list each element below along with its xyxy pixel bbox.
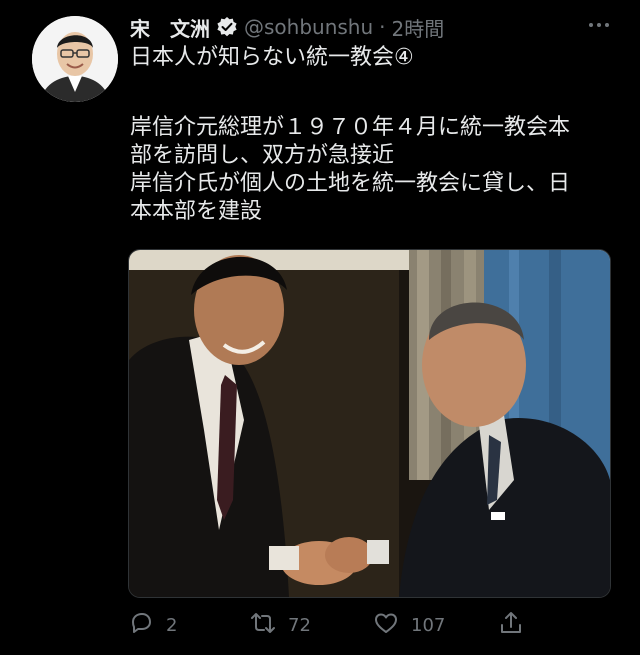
reply-button[interactable]: 2 <box>128 610 177 640</box>
like-count: 107 <box>411 614 446 636</box>
reply-icon <box>128 610 154 641</box>
avatar[interactable] <box>32 16 118 102</box>
like-button[interactable]: 107 <box>373 610 445 640</box>
tweet-timestamp[interactable]: 2時間 <box>392 13 445 42</box>
retweet-count: 72 <box>288 614 311 636</box>
author-name[interactable]: 宋 文洲 <box>130 13 210 42</box>
tweet-text-title: 日本人が知らない統一教会④ <box>130 45 414 70</box>
reply-count: 2 <box>166 614 178 636</box>
heart-icon <box>373 610 399 641</box>
tweet-header: 宋 文洲 @sohbunshu · 2時間 <box>130 12 444 42</box>
retweet-icon <box>250 610 276 641</box>
tweet-photo[interactable] <box>128 249 611 598</box>
tweet[interactable]: 宋 文洲 @sohbunshu · 2時間 日本人が知らない統一教会④ 岸信介元… <box>0 0 640 655</box>
avatar-image <box>32 16 118 102</box>
handshake-photo-image <box>129 250 610 597</box>
verified-badge-icon <box>216 16 238 38</box>
share-button[interactable] <box>498 610 524 640</box>
author-handle[interactable]: @sohbunshu <box>244 15 373 39</box>
tweet-text: 日本人が知らない統一教会④ 岸信介元総理が１９７０年４月に統一教会本 部を訪問し… <box>130 44 610 226</box>
share-icon <box>498 610 524 641</box>
separator-dot: · <box>379 15 386 39</box>
retweet-button[interactable]: 72 <box>250 610 311 640</box>
tweet-actions: 2 72 107 <box>128 610 618 640</box>
ellipsis-icon[interactable] <box>585 14 613 36</box>
tweet-text-body: 岸信介元総理が１９７０年４月に統一教会本 部を訪問し、双方が急接近 岸信介氏が個… <box>130 115 571 224</box>
